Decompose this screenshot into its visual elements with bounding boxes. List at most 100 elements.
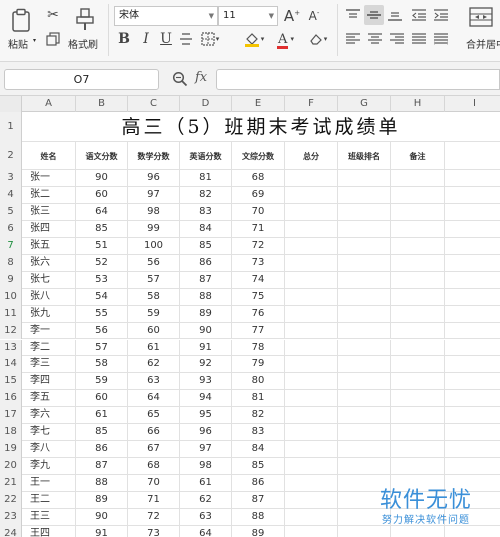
row-header[interactable]: 4 [0,186,22,204]
empty-cell[interactable] [285,509,338,526]
font-color-button[interactable]: A ▾ [274,30,298,49]
empty-cell[interactable] [285,220,338,238]
header-cell[interactable]: 语文分数 [76,142,128,170]
decrease-indent-button[interactable] [410,6,428,24]
empty-cell[interactable] [338,254,391,272]
math-score-cell[interactable]: 66 [128,424,180,442]
empty-cell[interactable] [391,237,445,255]
empty-cell[interactable] [285,492,338,509]
header-cell[interactable]: 总分 [285,142,338,170]
english-score-cell[interactable]: 64 [180,525,232,537]
chinese-score-cell[interactable]: 58 [76,356,128,374]
english-score-cell[interactable]: 82 [180,186,232,204]
name-cell[interactable]: 张六 [22,254,76,272]
borders-button[interactable]: ▾ [198,30,222,48]
name-cell[interactable]: 李一 [22,322,76,340]
english-score-cell[interactable]: 94 [180,390,232,408]
chinese-score-cell[interactable]: 90 [76,509,128,526]
english-score-cell[interactable]: 91 [180,339,232,357]
liberal-arts-score-cell[interactable]: 69 [232,186,285,204]
name-cell[interactable]: 张一 [22,170,76,187]
chinese-score-cell[interactable]: 53 [76,271,128,289]
name-cell[interactable]: 李三 [22,356,76,374]
empty-cell[interactable] [338,237,391,255]
empty-cell[interactable] [391,288,445,306]
empty-cell[interactable] [391,203,445,221]
empty-cell[interactable] [445,204,500,221]
english-score-cell[interactable]: 63 [180,509,232,526]
empty-cell[interactable] [445,306,500,323]
empty-cell[interactable] [285,322,338,340]
math-score-cell[interactable]: 63 [128,373,180,391]
liberal-arts-score-cell[interactable]: 85 [232,458,285,476]
empty-cell[interactable] [445,170,500,187]
empty-cell[interactable] [445,407,500,424]
align-right-button[interactable] [388,30,406,48]
empty-cell[interactable] [391,373,445,391]
bold-button[interactable]: B [116,30,132,48]
column-header[interactable]: E [232,96,285,112]
empty-cell[interactable] [391,424,445,442]
chinese-score-cell[interactable]: 89 [76,492,128,509]
liberal-arts-score-cell[interactable]: 70 [232,203,285,221]
column-header[interactable]: H [391,96,445,112]
empty-cell[interactable] [285,271,338,289]
english-score-cell[interactable]: 61 [180,475,232,493]
empty-cell[interactable] [285,373,338,391]
name-cell[interactable]: 李八 [22,441,76,459]
liberal-arts-score-cell[interactable]: 81 [232,390,285,408]
empty-cell[interactable] [285,237,338,255]
align-bottom-button[interactable] [386,6,404,24]
empty-cell[interactable] [285,170,338,187]
math-score-cell[interactable]: 57 [128,271,180,289]
name-cell[interactable]: 李九 [22,458,76,476]
liberal-arts-score-cell[interactable]: 88 [232,509,285,526]
empty-cell[interactable] [338,373,391,391]
header-cell[interactable]: 备注 [391,142,445,170]
zoom-icon[interactable] [172,71,188,87]
math-score-cell[interactable]: 61 [128,339,180,357]
header-cell[interactable]: 文综分数 [232,142,285,170]
name-cell[interactable]: 张二 [22,186,76,204]
empty-cell[interactable] [285,525,338,537]
name-cell[interactable]: 李二 [22,339,76,357]
chinese-score-cell[interactable]: 57 [76,339,128,357]
empty-cell[interactable] [445,323,500,340]
row-header[interactable]: 21 [0,475,22,493]
row-header[interactable]: 3 [0,170,22,187]
chinese-score-cell[interactable]: 85 [76,220,128,238]
column-header[interactable]: D [180,96,232,112]
liberal-arts-score-cell[interactable]: 87 [232,492,285,509]
row-header[interactable]: 5 [0,203,22,221]
row-header[interactable]: 20 [0,458,22,476]
empty-cell[interactable] [285,407,338,425]
name-cell[interactable]: 张三 [22,203,76,221]
empty-cell[interactable] [338,305,391,323]
english-score-cell[interactable]: 96 [180,424,232,442]
select-all-corner[interactable] [0,96,22,112]
empty-cell[interactable] [445,340,500,357]
empty-cell[interactable] [285,441,338,459]
empty-cell[interactable] [285,424,338,442]
chinese-score-cell[interactable]: 60 [76,186,128,204]
empty-cell[interactable] [338,271,391,289]
empty-cell[interactable] [338,322,391,340]
row-header[interactable]: 6 [0,220,22,238]
liberal-arts-score-cell[interactable]: 84 [232,441,285,459]
math-score-cell[interactable]: 98 [128,203,180,221]
name-cell[interactable]: 李四 [22,373,76,391]
english-score-cell[interactable]: 93 [180,373,232,391]
empty-cell[interactable] [391,356,445,374]
name-cell[interactable]: 张七 [22,271,76,289]
row-header[interactable]: 12 [0,322,22,340]
row-header[interactable]: 24 [0,525,22,537]
chinese-score-cell[interactable]: 64 [76,203,128,221]
math-score-cell[interactable]: 60 [128,322,180,340]
empty-cell[interactable] [445,238,500,255]
chinese-score-cell[interactable]: 51 [76,237,128,255]
name-cell[interactable]: 张八 [22,288,76,306]
empty-cell[interactable] [445,221,500,238]
empty-cell[interactable] [285,475,338,493]
empty-cell[interactable] [285,305,338,323]
empty-cell[interactable] [391,220,445,238]
